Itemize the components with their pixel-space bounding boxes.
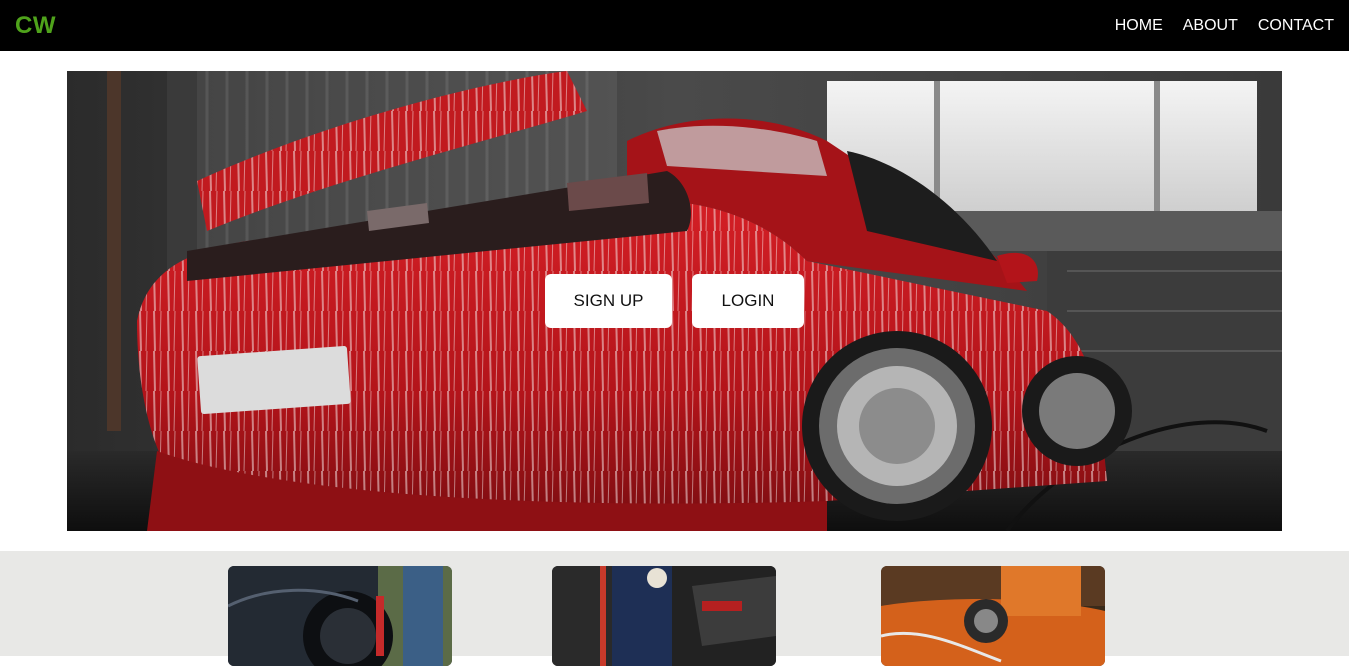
dark-car-wheel-image <box>228 566 452 666</box>
orange-car-polishing-image <box>881 566 1105 666</box>
navbar: CW HOME ABOUT CONTACT <box>0 0 1349 51</box>
nav-link-about[interactable]: ABOUT <box>1183 16 1238 36</box>
service-card-3[interactable] <box>881 566 1105 666</box>
sign-up-button[interactable]: SIGN UP <box>545 274 672 328</box>
service-card-1[interactable] <box>228 566 452 666</box>
car-interior-cleaning-image <box>552 566 776 666</box>
login-button[interactable]: LOGIN <box>692 274 804 328</box>
nav-link-contact[interactable]: CONTACT <box>1258 16 1334 36</box>
hero-banner: SIGN UP LOGIN <box>67 71 1282 531</box>
nav-link-home[interactable]: HOME <box>1115 16 1163 36</box>
logo[interactable]: CW <box>15 12 56 40</box>
nav-links: HOME ABOUT CONTACT <box>1115 16 1334 36</box>
services-section <box>0 551 1349 666</box>
hero-buttons: SIGN UP LOGIN <box>545 274 804 328</box>
service-card-2[interactable] <box>552 566 776 666</box>
